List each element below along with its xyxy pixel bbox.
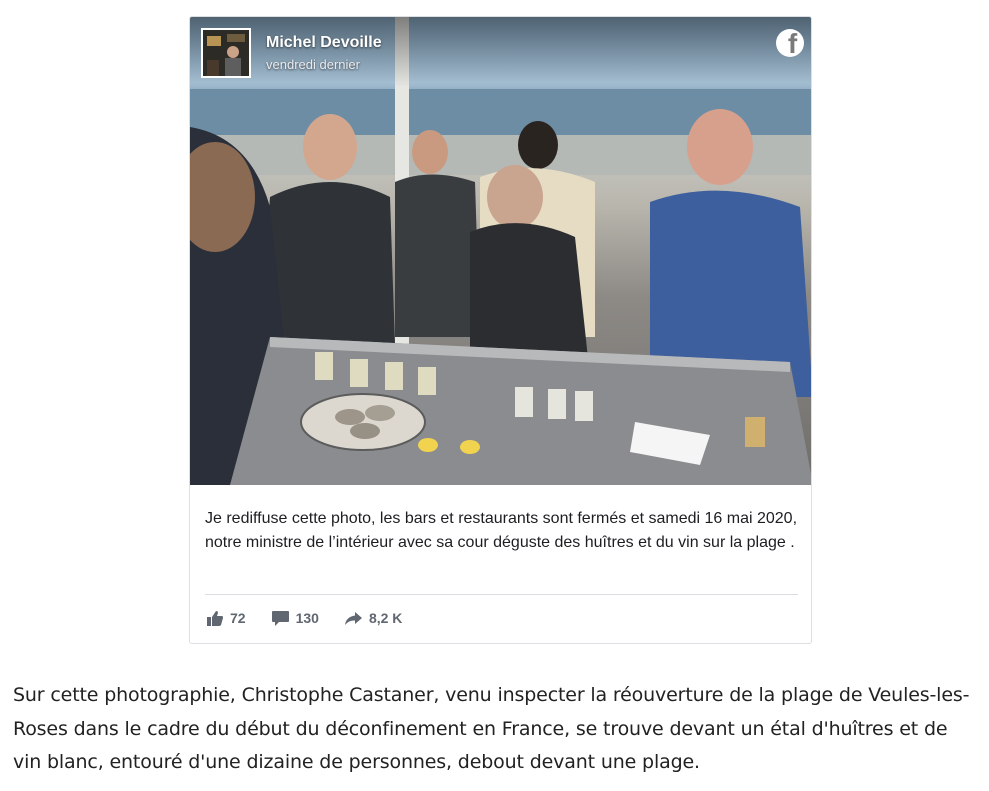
article-paragraph: Sur cette photographie, Christophe Casta… — [13, 684, 970, 773]
photo-scene — [190, 17, 811, 485]
divider — [205, 594, 798, 595]
share-icon — [344, 611, 362, 625]
post-stats: 72 130 8,2 K — [207, 610, 428, 626]
like-count: 72 — [230, 610, 246, 626]
post-text: Je rediffuse cette photo, les bars et re… — [205, 510, 798, 551]
comment-stat[interactable]: 130 — [271, 610, 319, 626]
comment-count: 130 — [295, 610, 319, 626]
thumbs-up-icon — [207, 610, 223, 626]
like-stat[interactable]: 72 — [207, 610, 246, 626]
share-stat[interactable]: 8,2 K — [344, 610, 403, 626]
facebook-icon[interactable]: f — [776, 29, 804, 57]
author-avatar[interactable] — [201, 28, 251, 78]
share-count: 8,2 K — [368, 610, 403, 626]
photo-header-overlay — [190, 17, 811, 87]
facebook-post-embed[interactable]: Michel Devoille vendredi dernier f Je re… — [189, 16, 812, 644]
comment-icon — [271, 610, 289, 626]
author-name[interactable]: Michel Devoille — [266, 34, 382, 52]
post-timestamp[interactable]: vendredi dernier — [266, 57, 360, 72]
post-photo[interactable]: Michel Devoille vendredi dernier f — [190, 17, 811, 485]
